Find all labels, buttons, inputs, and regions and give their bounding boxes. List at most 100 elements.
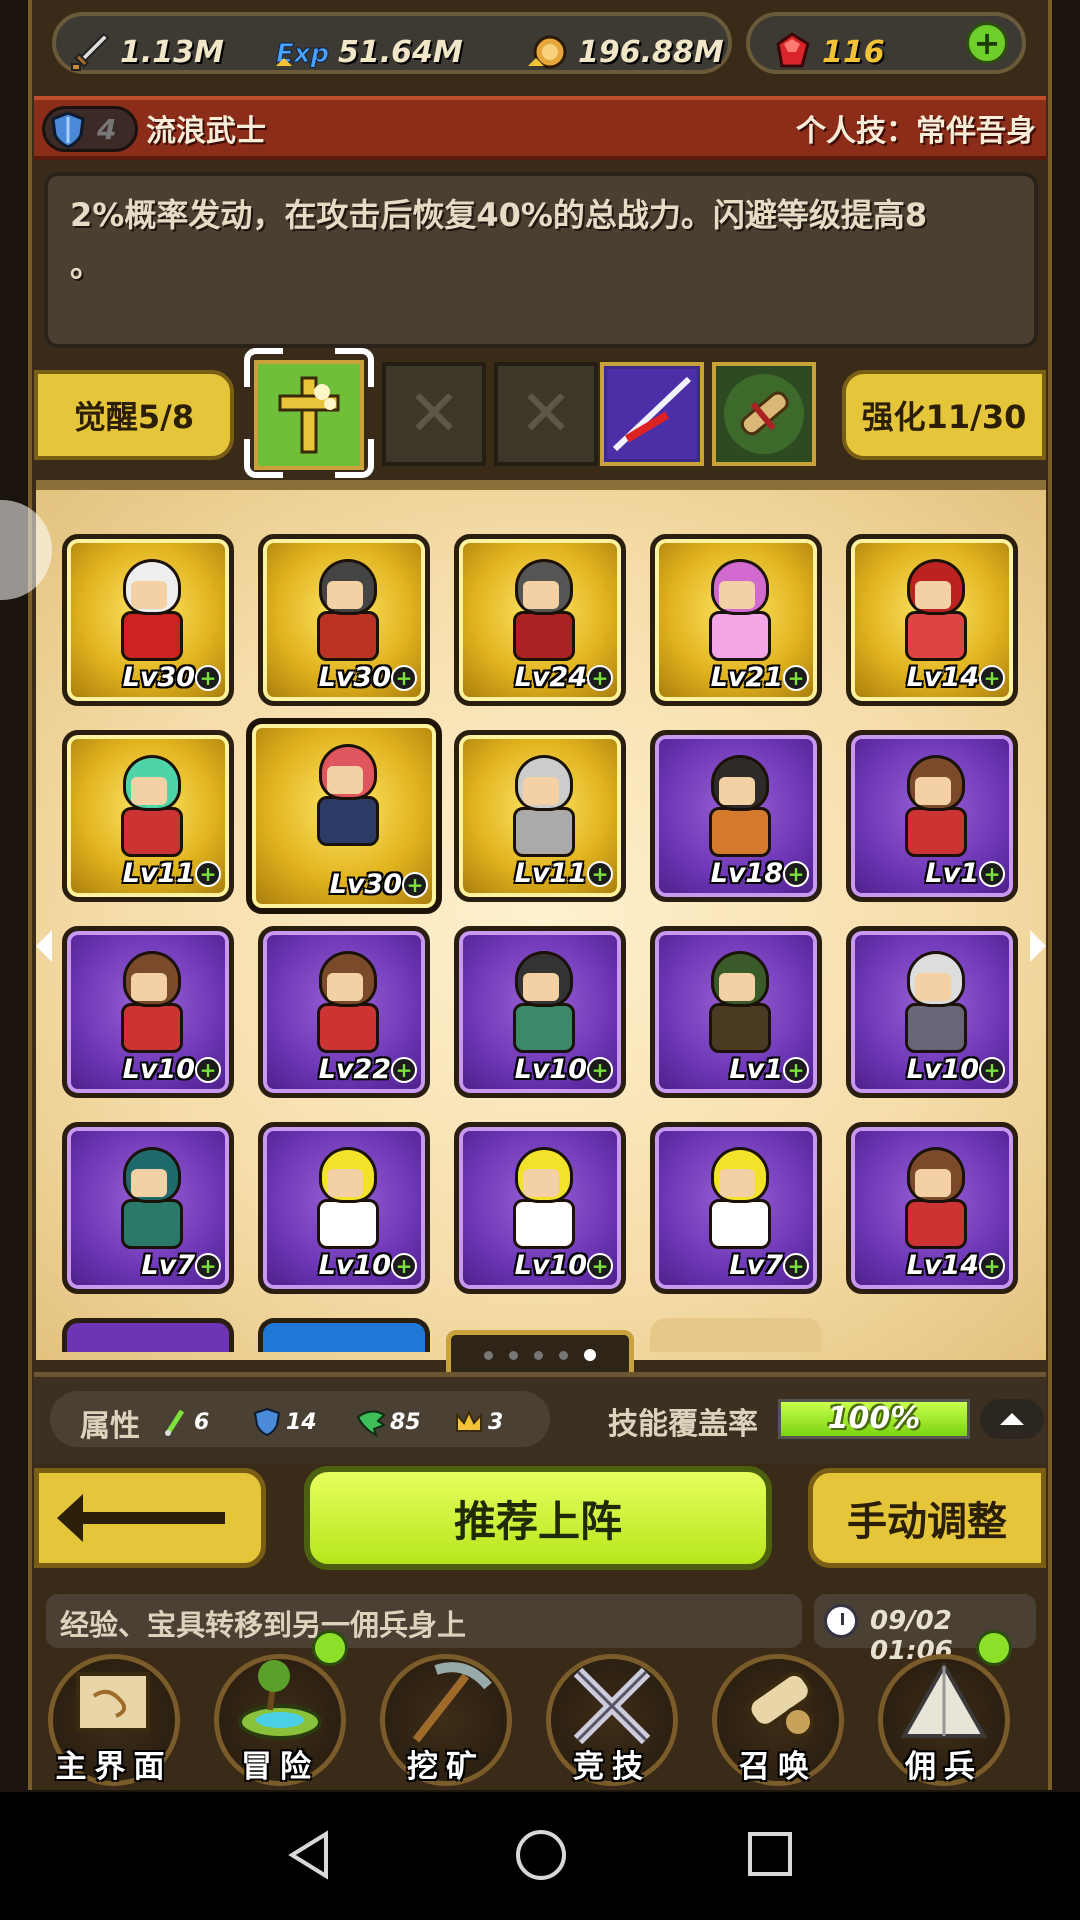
mercenary-card[interactable]: Lv24 + (454, 534, 626, 706)
mercenary-card[interactable]: Lv14 + (846, 1122, 1018, 1294)
level-up-plus-icon[interactable]: + (783, 1057, 809, 1083)
mercenary-card[interactable]: Lv1 + (650, 926, 822, 1098)
mercenary-card[interactable]: Lv18 + (650, 730, 822, 902)
selected-slot-frame (244, 348, 374, 478)
mercenary-level: Lv14 (906, 662, 979, 693)
stats-bar: 属性 6 14 85 3 技能覆盖率 100% (34, 1372, 1046, 1464)
add-gems-button[interactable]: + (966, 22, 1008, 64)
message-bar[interactable]: 经验、宝具转移到另一佣兵身上 (46, 1594, 802, 1648)
mercenary-card[interactable]: Lv10 + (258, 1122, 430, 1294)
skill-coverage-label: 技能覆盖率 (608, 1407, 758, 1442)
mercenary-level: Lv11 (122, 858, 195, 889)
message-text: 经验、宝具转移到另一佣兵身上 (60, 1608, 467, 1642)
mercenary-level: Lv10 (514, 1054, 587, 1085)
strength-stat: 6 (160, 1407, 209, 1437)
notification-badge (312, 1630, 348, 1666)
level-up-plus-icon[interactable]: + (195, 861, 221, 887)
mercenary-portrait (691, 1141, 781, 1251)
mercenary-card[interactable]: Lv11 + (62, 730, 234, 902)
system-home-icon[interactable] (516, 1830, 566, 1880)
nav-item[interactable]: 竞技 (532, 1646, 692, 1792)
mercenary-portrait (495, 1141, 585, 1251)
grid-next-arrow[interactable] (1030, 930, 1046, 962)
manual-adjust-button[interactable]: 手动调整 (808, 1468, 1046, 1568)
mercenary-portrait (495, 749, 585, 859)
mercenary-card[interactable]: Lv10 + (62, 926, 234, 1098)
equip-slot-2[interactable]: ✕ (382, 362, 486, 466)
level-up-plus-icon[interactable]: + (195, 1057, 221, 1083)
mercenary-card-partial[interactable] (258, 1318, 430, 1352)
mercenary-card[interactable]: Lv10 + (454, 926, 626, 1098)
mercenary-card-partial[interactable] (62, 1318, 234, 1352)
back-arrow-icon (57, 1494, 225, 1542)
nav-item[interactable]: 召唤 (698, 1646, 858, 1792)
level-up-plus-icon[interactable]: + (979, 1253, 1005, 1279)
mercenary-card[interactable]: Lv11 + (454, 730, 626, 902)
equip-slot-4[interactable] (600, 362, 704, 466)
level-up-plus-icon[interactable]: + (783, 1253, 809, 1279)
level-up-plus-icon[interactable]: + (979, 1057, 1005, 1083)
mercenary-level: Lv11 (514, 858, 587, 889)
defense-value: 14 (286, 1409, 317, 1435)
mercenary-card[interactable]: Lv7 + (62, 1122, 234, 1294)
page-dot[interactable] (584, 1349, 596, 1361)
level-up-plus-icon[interactable]: + (195, 1253, 221, 1279)
mercenary-card[interactable]: Lv30 + (258, 534, 430, 706)
island-icon (238, 1660, 322, 1740)
mercenary-card[interactable]: Lv10 + (846, 926, 1018, 1098)
system-back-icon[interactable] (286, 1830, 336, 1880)
nav-item-label: 主界面 (55, 1749, 173, 1785)
level-up-plus-icon[interactable]: + (783, 665, 809, 691)
level-up-plus-icon[interactable]: + (587, 665, 613, 691)
grid-prev-arrow[interactable] (36, 930, 52, 962)
level-up-plus-icon[interactable]: + (783, 861, 809, 887)
nav-item[interactable]: 主界面 (34, 1646, 194, 1792)
recommend-lineup-button[interactable]: 推荐上阵 (304, 1466, 772, 1570)
system-recents-icon[interactable] (748, 1832, 792, 1876)
crown-icon (456, 1409, 482, 1432)
level-up-plus-icon[interactable]: + (587, 1253, 613, 1279)
enhance-button[interactable]: 强化11/30 (842, 370, 1046, 460)
mercenary-card[interactable]: Lv10 + (454, 1122, 626, 1294)
mercenary-card[interactable]: Lv7 + (650, 1122, 822, 1294)
mercenary-card[interactable]: Lv1 + (846, 730, 1018, 902)
level-up-plus-icon[interactable]: + (391, 1057, 417, 1083)
mercenary-portrait (103, 1141, 193, 1251)
defense-shield-icon (253, 1407, 281, 1437)
level-up-plus-icon[interactable]: + (402, 872, 428, 898)
expand-stats-button[interactable] (980, 1399, 1044, 1439)
level-up-plus-icon[interactable]: + (979, 861, 1005, 887)
equip-slot-3[interactable]: ✕ (494, 362, 598, 466)
shield-icon (51, 111, 85, 149)
level-up-plus-icon[interactable]: + (195, 665, 221, 691)
equip-slot-5[interactable] (712, 362, 816, 466)
mercenary-level: Lv10 (514, 1250, 587, 1281)
mercenary-portrait (887, 945, 977, 1055)
level-up-plus-icon[interactable]: + (587, 861, 613, 887)
level-up-plus-icon[interactable]: + (587, 1057, 613, 1083)
page-dot[interactable] (534, 1350, 543, 1360)
mercenary-card[interactable]: Lv22 + (258, 926, 430, 1098)
mercenary-card[interactable]: Lv21 + (650, 534, 822, 706)
nav-item[interactable]: 冒险 (200, 1630, 360, 1792)
mercenary-level: Lv30 (318, 662, 391, 693)
nav-item[interactable]: 挖矿 (366, 1646, 526, 1792)
level-up-plus-icon[interactable]: + (391, 1253, 417, 1279)
agility-stat: 85 (356, 1407, 421, 1437)
gold-resource: 196.88M (526, 30, 724, 74)
resource-bar: 1.13M Exp 51.64M 196.88M (52, 12, 732, 74)
mercenary-portrait (887, 1141, 977, 1251)
page-dot[interactable] (509, 1350, 518, 1360)
mercenary-level: Lv30 (329, 869, 402, 900)
level-up-plus-icon[interactable]: + (979, 665, 1005, 691)
level-up-plus-icon[interactable]: + (391, 665, 417, 691)
page-dot[interactable] (559, 1350, 568, 1360)
mercenary-portrait (887, 553, 977, 663)
back-button[interactable] (34, 1468, 266, 1568)
nav-item[interactable]: 佣兵 (864, 1630, 1024, 1792)
mercenary-card[interactable]: Lv30 + (62, 534, 234, 706)
mercenary-card[interactable]: Lv30 + (246, 718, 442, 914)
page-dot[interactable] (484, 1350, 493, 1360)
awaken-button[interactable]: 觉醒5/8 (34, 370, 234, 460)
mercenary-card[interactable]: Lv14 + (846, 534, 1018, 706)
